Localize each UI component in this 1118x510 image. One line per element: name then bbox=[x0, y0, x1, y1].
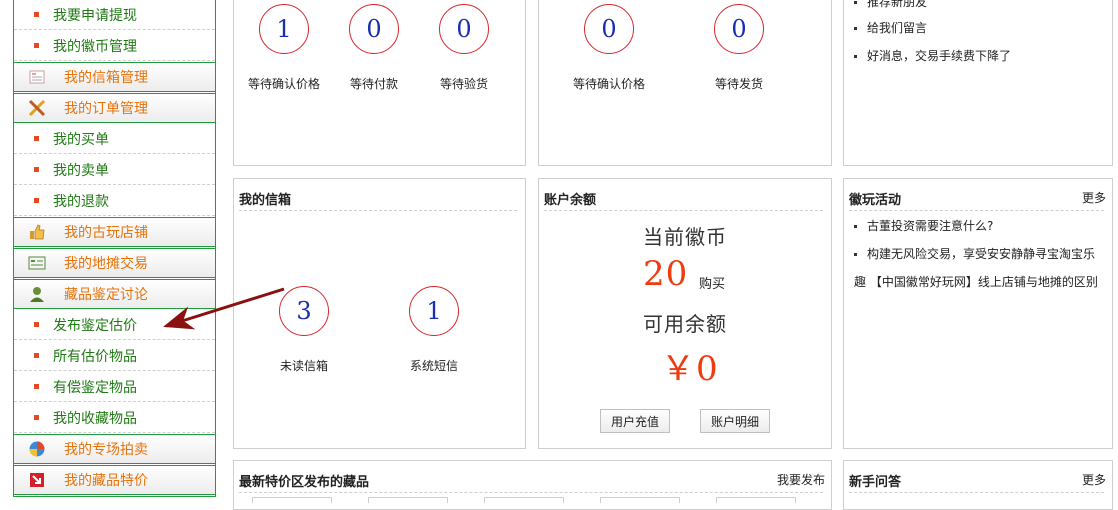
sidebar-section-label: 藏品鉴定讨论 bbox=[64, 287, 148, 303]
sidebar-item-4[interactable]: 我的买单 bbox=[14, 124, 215, 154]
publish-special-link[interactable]: 我要发布 bbox=[777, 471, 825, 488]
faq-panel: 新手问答 更多 bbox=[843, 460, 1113, 510]
available-balance-label: 可用余额 bbox=[643, 312, 727, 336]
sidebar-section-14[interactable]: 我的专场拍卖 bbox=[14, 434, 215, 464]
coin-value: 20 bbox=[643, 254, 689, 294]
activity-title: 徽玩活动 bbox=[849, 193, 902, 208]
balance-title: 账户余额 bbox=[544, 193, 597, 208]
buy-order-panel: 1 0 0 等待确认价格 等待付款 等待验货 bbox=[233, 0, 526, 166]
sidebar-item-1[interactable]: 我的徽币管理 bbox=[14, 31, 215, 61]
activity-item-risk-free-trade-cont[interactable]: 趣 【中国徽常好玩网】线上店铺与地摊的区别 bbox=[854, 273, 1098, 290]
sidebar-section-8[interactable]: 我的地摊交易 bbox=[14, 248, 215, 278]
notice-item-fee-news[interactable]: 好消息，交易手续费下降了 bbox=[854, 47, 1011, 64]
sidebar-item-13[interactable]: 我的收藏物品 bbox=[14, 403, 215, 433]
sidebar-item-12[interactable]: 有偿鉴定物品 bbox=[14, 372, 215, 402]
divider bbox=[544, 210, 823, 211]
sidebar-item-label: 我的卖单 bbox=[53, 162, 109, 179]
bullet-icon bbox=[34, 384, 39, 389]
buy-coins-link[interactable]: 购买 bbox=[699, 273, 725, 292]
seller-awaiting-price-label: 等待确认价格 bbox=[572, 77, 645, 91]
awaiting-shipment-label: 等待发货 bbox=[714, 77, 763, 91]
activity-item-risk-free-trade[interactable]: 构建无风险交易，享受安安静静寻宝淘宝乐 bbox=[854, 245, 1095, 262]
sidebar-item-11[interactable]: 所有估价物品 bbox=[14, 341, 215, 371]
bullet-icon bbox=[34, 415, 39, 420]
sidebar-section-label: 我的订单管理 bbox=[64, 101, 148, 117]
system-message-label: 系统短信 bbox=[409, 359, 458, 373]
bullet-icon bbox=[34, 43, 39, 48]
awaiting-inspection-count[interactable]: 0 bbox=[439, 4, 489, 54]
faq-more-link[interactable]: 更多 bbox=[1082, 471, 1106, 488]
account-details-button[interactable]: 账户明细 bbox=[700, 409, 770, 433]
coin-label: 当前徽币 bbox=[643, 225, 727, 249]
available-balance-value: ￥0 bbox=[661, 349, 719, 389]
sidebar-section-15[interactable]: 我的藏品特价 bbox=[14, 465, 215, 495]
sidebar-section-3[interactable]: 我的订单管理 bbox=[14, 93, 215, 123]
bullet-icon bbox=[34, 136, 39, 141]
special-item-card[interactable] bbox=[484, 497, 564, 503]
pencil-ruler-icon bbox=[28, 99, 46, 117]
divider bbox=[849, 210, 1104, 211]
sidebar-section-label: 我的藏品特价 bbox=[64, 473, 148, 489]
special-item-card[interactable] bbox=[368, 497, 448, 503]
thumbs-up-icon bbox=[28, 223, 46, 241]
list-card-icon bbox=[28, 254, 46, 272]
activity-more-link[interactable]: 更多 bbox=[1082, 189, 1106, 206]
sidebar-section-9[interactable]: 藏品鉴定讨论 bbox=[14, 279, 215, 309]
sidebar-section-label: 我的地摊交易 bbox=[64, 256, 148, 272]
balance-panel: 账户余额 当前徽币 20 购买 可用余额 ￥0 用户充值 账户明细 bbox=[538, 178, 832, 449]
globe-icon bbox=[28, 440, 46, 458]
recharge-button[interactable]: 用户充值 bbox=[600, 409, 670, 433]
sidebar-item-0[interactable]: 我要申请提现 bbox=[14, 0, 215, 30]
sidebar-nav: 我要申请提现 我的徽币管理我的信箱管理 我的订单管理我的买单我的卖单我的退款我的古玩… bbox=[13, 0, 216, 497]
sidebar-section-label: 我的信箱管理 bbox=[64, 70, 148, 86]
divider bbox=[239, 492, 823, 493]
system-message-count[interactable]: 1 bbox=[409, 286, 459, 336]
notice-item-feedback[interactable]: 给我们留言 bbox=[854, 19, 927, 36]
divider bbox=[239, 210, 517, 211]
faq-title: 新手问答 bbox=[849, 475, 902, 490]
notice-item-partial[interactable]: 推荐新朋友 bbox=[854, 0, 927, 10]
sidebar-item-label: 所有估价物品 bbox=[53, 348, 137, 365]
sidebar-item-10[interactable]: 发布鉴定估价 bbox=[14, 310, 215, 340]
sidebar-item-label: 我的收藏物品 bbox=[53, 410, 137, 427]
sidebar-item-label: 我的退款 bbox=[53, 193, 109, 210]
bullet-icon bbox=[34, 353, 39, 358]
notice-panel: 推荐新朋友 给我们留言 好消息，交易手续费下降了 bbox=[843, 0, 1113, 166]
bullet-icon bbox=[34, 322, 39, 327]
activity-item-antique-investment[interactable]: 古董投资需要注意什么? bbox=[854, 217, 993, 234]
awaiting-inspection-label: 等待验货 bbox=[439, 77, 488, 91]
special-price-title: 最新特价区发布的藏品 bbox=[239, 475, 370, 490]
sidebar-item-label: 我的买单 bbox=[53, 131, 109, 148]
red-arrow-icon bbox=[28, 471, 46, 489]
special-item-card[interactable] bbox=[600, 497, 680, 503]
bullet-icon bbox=[34, 198, 39, 203]
awaiting-payment-count[interactable]: 0 bbox=[349, 4, 399, 54]
sidebar-item-6[interactable]: 我的退款 bbox=[14, 186, 215, 216]
sidebar-item-label: 我的徽币管理 bbox=[53, 38, 137, 55]
awaiting-price-count[interactable]: 1 bbox=[259, 4, 309, 54]
awaiting-shipment-count[interactable]: 0 bbox=[714, 4, 764, 54]
unread-mail-label: 未读信箱 bbox=[279, 359, 328, 373]
sidebar-item-5[interactable]: 我的卖单 bbox=[14, 155, 215, 185]
mailbox-title: 我的信箱 bbox=[239, 193, 292, 208]
sidebar-item-label: 发布鉴定估价 bbox=[53, 317, 137, 334]
sidebar-section-label: 我的专场拍卖 bbox=[64, 442, 148, 458]
bullet-icon bbox=[34, 12, 39, 17]
divider bbox=[849, 492, 1104, 493]
user-icon bbox=[28, 285, 46, 303]
sidebar-item-label: 有偿鉴定物品 bbox=[53, 379, 137, 396]
sidebar-section-2[interactable]: 我的信箱管理 bbox=[14, 62, 215, 92]
sidebar-item-label: 我要申请提现 bbox=[53, 7, 137, 24]
unread-mail-count[interactable]: 3 bbox=[279, 286, 329, 336]
mailbox-icon bbox=[28, 68, 46, 86]
special-item-card[interactable] bbox=[252, 497, 332, 503]
seller-awaiting-price-count[interactable]: 0 bbox=[584, 4, 634, 54]
sidebar-section-label: 我的古玩店铺 bbox=[64, 225, 148, 241]
mailbox-panel: 我的信箱 3 1 未读信箱 系统短信 bbox=[233, 178, 526, 449]
bullet-icon bbox=[34, 167, 39, 172]
sell-order-panel: 0 0 等待确认价格 等待发货 bbox=[538, 0, 832, 166]
activity-panel: 徽玩活动 更多 古董投资需要注意什么? 构建无风险交易，享受安安静静寻宝淘宝乐 … bbox=[843, 178, 1113, 449]
special-item-card[interactable] bbox=[716, 497, 796, 503]
sidebar-section-7[interactable]: 我的古玩店铺 bbox=[14, 217, 215, 247]
